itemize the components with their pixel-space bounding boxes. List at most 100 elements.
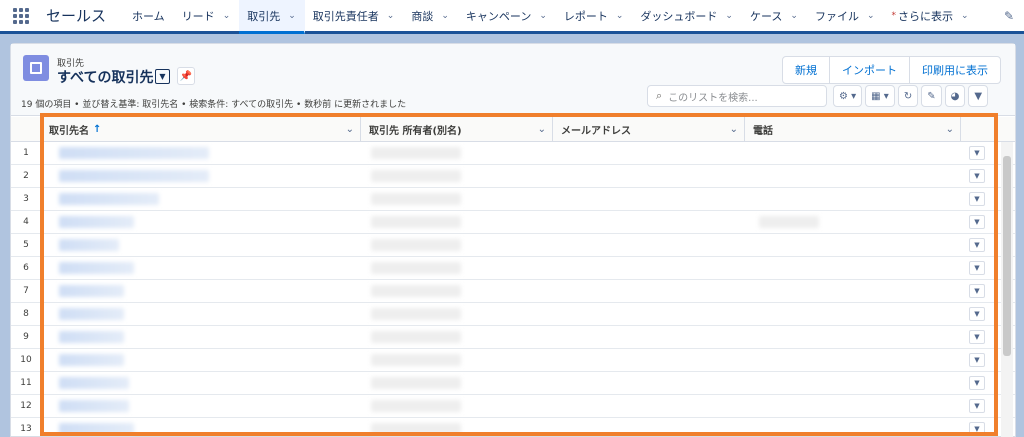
row-number: 6: [23, 263, 29, 273]
search-input[interactable]: ⌕ このリストを検索...: [647, 85, 827, 107]
table-row[interactable]: 2 ▼: [11, 165, 1015, 188]
nav-tab[interactable]: レポート ⌄: [556, 0, 633, 31]
row-action-button[interactable]: ▼: [969, 261, 985, 275]
nav-tab[interactable]: リード ⌄: [174, 0, 240, 31]
row-action-button[interactable]: ▼: [969, 330, 985, 344]
table-row[interactable]: 1 ▼: [11, 142, 1015, 165]
table-row[interactable]: 7 ▼: [11, 280, 1015, 303]
blurred-account-name[interactable]: [59, 331, 124, 343]
table-row[interactable]: 3 ▼: [11, 188, 1015, 211]
import-button[interactable]: インポート: [830, 57, 910, 83]
column-header-owner[interactable]: 取引先 所有者(別名) ⌄: [361, 117, 553, 142]
nav-tab[interactable]: ファイル ⌄: [807, 0, 884, 31]
table-row[interactable]: 4 ▼: [11, 211, 1015, 234]
blurred-account-name[interactable]: [59, 216, 134, 228]
table-icon[interactable]: ▦ ▾: [865, 85, 895, 107]
row-action-button[interactable]: ▼: [969, 376, 985, 390]
chevron-down-icon[interactable]: ⌄: [223, 11, 231, 21]
chevron-down-icon[interactable]: ⌄: [616, 11, 624, 21]
blurred-owner: [371, 423, 461, 435]
column-label: メールアドレス: [561, 126, 631, 137]
blurred-account-name[interactable]: [59, 423, 134, 435]
row-action-button[interactable]: ▼: [969, 284, 985, 298]
blurred-account-name[interactable]: [59, 354, 124, 366]
blurred-account-name[interactable]: [59, 262, 134, 274]
nav-tab[interactable]: キャンペーン ⌄: [458, 0, 556, 31]
table-row[interactable]: 11 ▼: [11, 372, 1015, 395]
row-action-button[interactable]: ▼: [969, 169, 985, 183]
list-view-title[interactable]: すべての取引先: [57, 67, 153, 87]
row-action-button[interactable]: ▼: [969, 307, 985, 321]
nav-tab[interactable]: 取引先 ⌄: [239, 0, 305, 34]
list-toolbar: ⚙ ▾ ▦ ▾ ↻ ✎ ◕ ▼: [833, 85, 989, 107]
chevron-down-icon[interactable]: ⌄: [346, 124, 354, 135]
action-button-group: 新規 インポート 印刷用に表示: [782, 56, 1001, 84]
blurred-account-name[interactable]: [59, 377, 129, 389]
blurred-owner: [371, 147, 461, 159]
blurred-account-name[interactable]: [59, 400, 129, 412]
blurred-account-name[interactable]: [59, 170, 209, 182]
table-row[interactable]: 6 ▼: [11, 257, 1015, 280]
table-scrollbar[interactable]: [1001, 142, 1013, 437]
nav-tab-label: リード: [181, 9, 215, 23]
chart-icon[interactable]: ◕: [944, 85, 966, 107]
list-view-switcher-button[interactable]: ▼: [155, 69, 170, 84]
row-action-button[interactable]: ▼: [969, 215, 985, 229]
table-row[interactable]: 9 ▼: [11, 326, 1015, 349]
blurred-account-name[interactable]: [59, 308, 124, 320]
nav-tab[interactable]: ケース ⌄: [742, 0, 807, 31]
chevron-down-icon[interactable]: ⌄: [730, 124, 738, 135]
row-action-button[interactable]: ▼: [969, 238, 985, 252]
edit-nav-icon[interactable]: ✎: [994, 0, 1024, 31]
chevron-down-icon[interactable]: ⌄: [538, 124, 546, 135]
pin-icon[interactable]: 📌: [177, 67, 195, 85]
chevron-down-icon[interactable]: ⌄: [387, 11, 395, 21]
row-action-button[interactable]: ▼: [969, 146, 985, 160]
row-action-button[interactable]: ▼: [969, 422, 985, 436]
printable-view-button[interactable]: 印刷用に表示: [910, 57, 1000, 83]
chevron-down-icon[interactable]: ⌄: [961, 11, 969, 21]
row-action-button[interactable]: ▼: [969, 192, 985, 206]
chevron-down-icon[interactable]: ⌄: [790, 11, 798, 21]
column-header-email[interactable]: メールアドレス ⌄: [553, 117, 745, 142]
table-row[interactable]: 13 ▼: [11, 418, 1015, 437]
pencil-icon[interactable]: ✎: [921, 85, 942, 107]
table-row[interactable]: 5 ▼: [11, 234, 1015, 257]
chevron-down-icon[interactable]: ⌄: [288, 11, 296, 21]
new-button[interactable]: 新規: [783, 57, 830, 83]
row-number: 1: [23, 148, 29, 158]
nav-tab[interactable]: ホーム: [124, 0, 174, 31]
table-row[interactable]: 10 ▼: [11, 349, 1015, 372]
blurred-account-name[interactable]: [59, 147, 209, 159]
chevron-down-icon[interactable]: ⌄: [946, 124, 954, 135]
app-launcher-icon[interactable]: [0, 0, 42, 31]
column-header-account-name[interactable]: 取引先名 ↑ ⌄: [41, 117, 361, 142]
row-action-button[interactable]: ▼: [969, 353, 985, 367]
row-number: 8: [23, 309, 29, 319]
account-object-icon: [23, 55, 49, 81]
blurred-account-name[interactable]: [59, 193, 159, 205]
chevron-down-icon[interactable]: ⌄: [867, 11, 875, 21]
chevron-down-icon[interactable]: ⌄: [539, 11, 547, 21]
chevron-down-icon[interactable]: ⌄: [725, 11, 733, 21]
blurred-owner: [371, 239, 461, 251]
refresh-icon[interactable]: ↻: [897, 85, 919, 107]
nav-tab[interactable]: 商談 ⌄: [403, 0, 458, 31]
gear-icon[interactable]: ⚙ ▾: [833, 85, 863, 107]
row-action-button[interactable]: ▼: [969, 399, 985, 413]
blurred-owner: [371, 170, 461, 182]
nav-tab-label: ホーム: [132, 9, 165, 23]
blurred-phone: [759, 216, 819, 228]
chevron-down-icon[interactable]: ⌄: [441, 11, 449, 21]
filter-icon[interactable]: ▼: [968, 85, 989, 107]
scrollbar-thumb[interactable]: [1003, 156, 1011, 356]
nav-tab[interactable]: 取引先責任者 ⌄: [305, 0, 404, 31]
blurred-account-name[interactable]: [59, 239, 119, 251]
column-header-phone[interactable]: 電話 ⌄: [745, 117, 961, 142]
nav-tab[interactable]: ダッシュボード ⌄: [632, 0, 742, 31]
nav-tab-label: 取引先責任者: [312, 9, 379, 23]
blurred-account-name[interactable]: [59, 285, 124, 297]
table-row[interactable]: 8 ▼: [11, 303, 1015, 326]
table-row[interactable]: 12 ▼: [11, 395, 1015, 418]
nav-tab[interactable]: * さらに表示 ⌄: [884, 0, 978, 31]
